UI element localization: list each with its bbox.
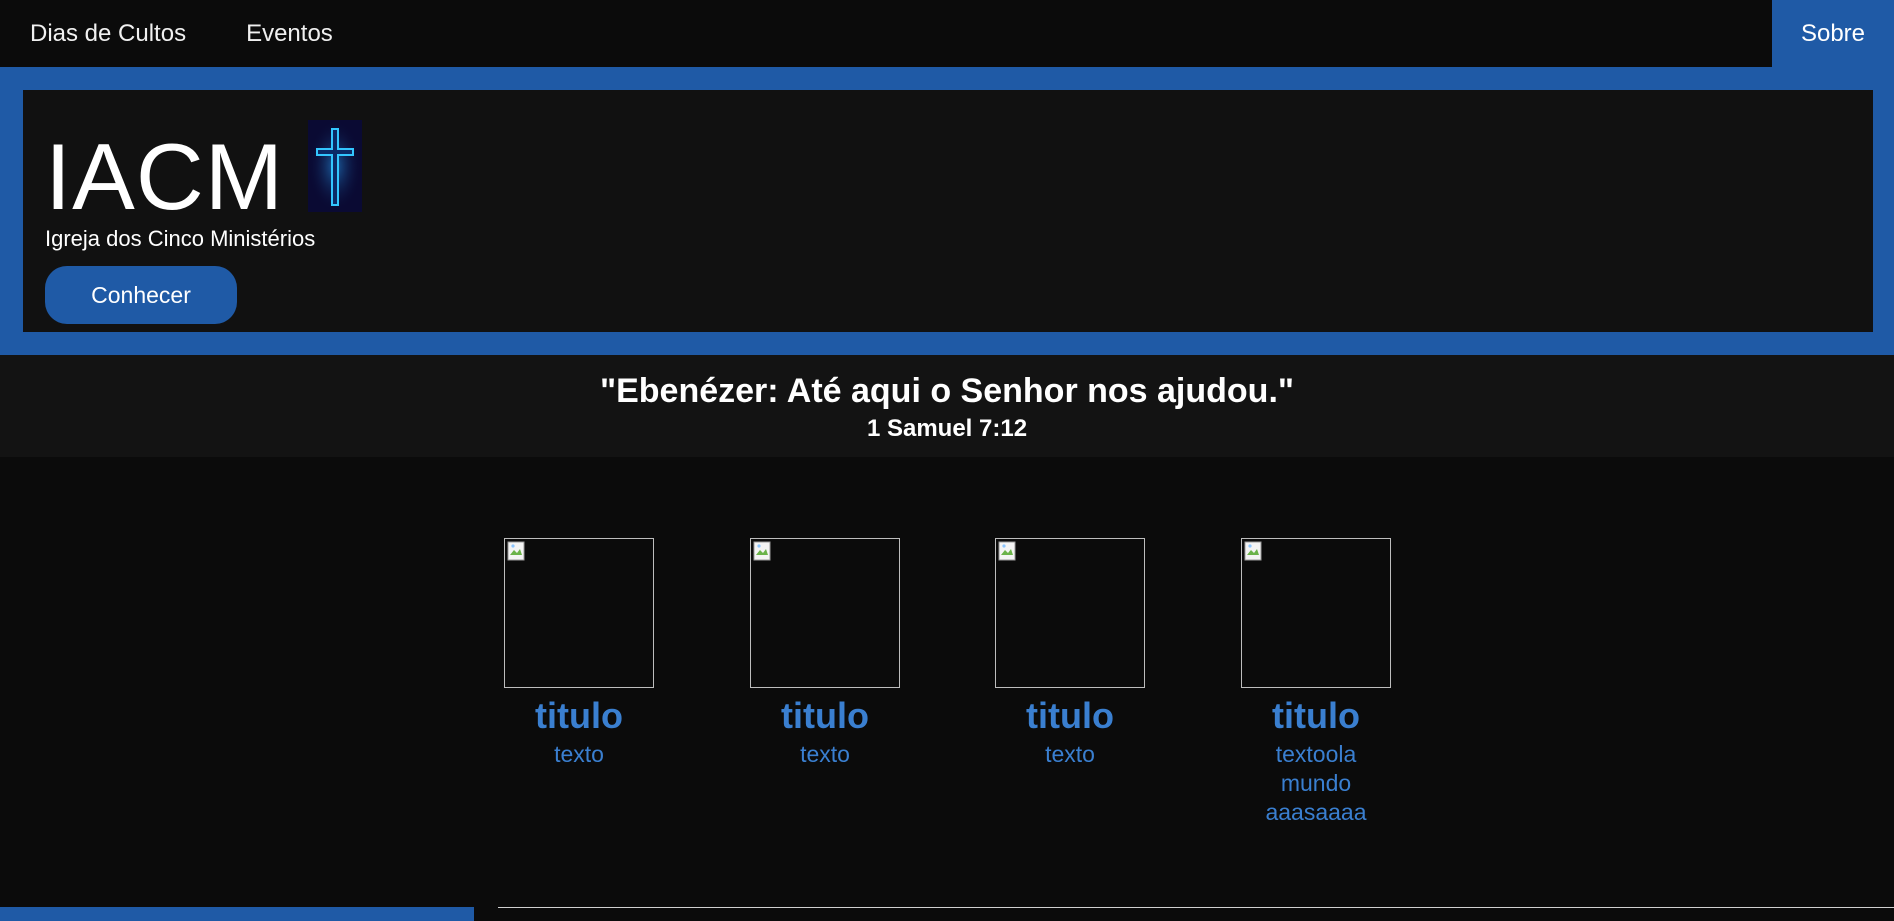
- card-image: [504, 538, 654, 688]
- broken-image-icon: [998, 541, 1016, 561]
- nav-link-sobre[interactable]: Sobre: [1772, 0, 1894, 67]
- card-text: textoola mundo aaasaaaa: [1265, 740, 1367, 825]
- brand: IACM: [45, 120, 362, 224]
- nav-link-dias-de-cultos[interactable]: Dias de Cultos: [0, 0, 216, 67]
- schedule-section-header: [0, 907, 474, 921]
- cross-icon: [308, 120, 362, 212]
- card-image: [995, 538, 1145, 688]
- top-navbar: Dias de Cultos Eventos Sobre: [0, 0, 1894, 67]
- broken-image-icon: [1244, 541, 1262, 561]
- section-divider: [498, 907, 1894, 908]
- card-image: [750, 538, 900, 688]
- card-text: texto: [1045, 740, 1095, 767]
- hero-section: IACM Igreja dos Cinco Ministérios Conhec…: [0, 67, 1894, 355]
- broken-image-icon: [753, 541, 771, 561]
- card[interactable]: titulo textoola mundo aaasaaaa: [1241, 538, 1391, 827]
- conhecer-button[interactable]: Conhecer: [45, 266, 237, 324]
- verse-reference: 1 Samuel 7:12: [866, 415, 1028, 442]
- card-image: [1241, 538, 1391, 688]
- card[interactable]: titulo texto: [995, 538, 1145, 769]
- card-title: titulo: [1026, 695, 1114, 736]
- verse-section: "Ebenézer: Até aqui o Senhor nos ajudou.…: [0, 355, 1894, 457]
- card-text: texto: [554, 740, 604, 767]
- card[interactable]: titulo texto: [504, 538, 654, 769]
- broken-image-icon: [507, 541, 525, 561]
- verse-text: "Ebenézer: Até aqui o Senhor nos ajudou.…: [599, 372, 1295, 410]
- card-title: titulo: [1272, 695, 1360, 736]
- card-text: texto: [800, 740, 850, 767]
- hero-panel: IACM Igreja dos Cinco Ministérios Conhec…: [23, 90, 1873, 332]
- card[interactable]: titulo texto: [750, 538, 900, 769]
- card-title: titulo: [781, 695, 869, 736]
- site-title: IACM: [45, 124, 284, 229]
- nav-link-eventos[interactable]: Eventos: [216, 0, 363, 67]
- cards-section: titulo texto titulo texto titulo texto t…: [0, 538, 1894, 838]
- card-title: titulo: [535, 695, 623, 736]
- site-subtitle: Igreja dos Cinco Ministérios: [45, 226, 316, 251]
